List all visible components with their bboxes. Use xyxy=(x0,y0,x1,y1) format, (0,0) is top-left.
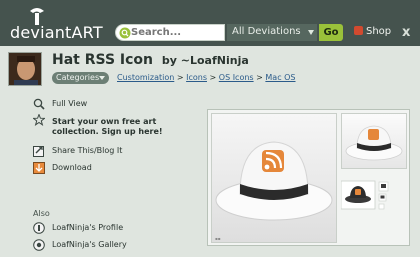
search-input[interactable] xyxy=(131,25,223,40)
hat-icon-medium-preview[interactable] xyxy=(341,113,407,169)
hat-rss-icon xyxy=(215,141,333,221)
shop-label: Shop xyxy=(366,26,392,37)
avatar[interactable] xyxy=(8,52,42,86)
search-scope-select[interactable]: All Deviations xyxy=(227,24,317,41)
size-label-icon: ▪▪ xyxy=(215,236,221,241)
profile-label: LoafNinja's Profile xyxy=(52,223,124,232)
breadcrumb-icons[interactable]: Icons xyxy=(186,73,207,82)
share-label: Share This/Blog It xyxy=(52,146,123,155)
full-view-label: Full View xyxy=(52,99,88,108)
star-pin-icon xyxy=(33,114,45,126)
page-title: Hat RSS Icon by ~LoafNinja xyxy=(52,52,249,68)
deviantart-logo[interactable]: deviantART xyxy=(5,3,117,43)
top-bar: deviantART All Deviations Go Shop x xyxy=(0,0,420,46)
signup-link[interactable]: Start your own free art collection. Sign… xyxy=(52,117,167,137)
go-button[interactable]: Go xyxy=(319,24,343,41)
categories-label: Categories xyxy=(56,73,100,82)
breadcrumb-separator: > xyxy=(176,73,184,82)
search-icon xyxy=(119,27,131,39)
breadcrumb-separator: > xyxy=(209,73,217,82)
gallery-icon xyxy=(33,239,45,251)
breadcrumb-mac-os[interactable]: Mac OS xyxy=(265,73,295,82)
breadcrumb-separator: > xyxy=(256,73,263,82)
shop-link[interactable]: Shop xyxy=(354,26,391,37)
search-box[interactable] xyxy=(115,24,225,41)
share-icon xyxy=(33,146,44,157)
hat-icon-large-preview[interactable]: ▪▪ xyxy=(211,113,337,243)
hat-rss-icon-medium xyxy=(345,125,403,161)
gallery-label: LoafNinja's Gallery xyxy=(52,240,127,249)
download-label: Download xyxy=(52,163,92,172)
chevron-down-icon xyxy=(308,30,314,35)
profile-icon xyxy=(33,222,45,234)
categories-button[interactable]: Categories xyxy=(52,72,109,84)
breadcrumb-os-icons[interactable]: OS Icons xyxy=(219,73,254,82)
also-heading: Also xyxy=(33,209,50,218)
artist-byline[interactable]: by ~LoafNinja xyxy=(162,54,249,67)
hat-rss-icon-small xyxy=(340,180,389,210)
search-scope-label: All Deviations xyxy=(232,26,301,37)
deviation-title: Hat RSS Icon xyxy=(52,52,154,68)
chevron-down-icon xyxy=(99,76,105,80)
logo-mark-icon xyxy=(30,8,44,25)
breadcrumb-customization[interactable]: Customization xyxy=(117,73,174,82)
download-icon xyxy=(33,162,45,174)
deviation-preview[interactable]: ▪▪ xyxy=(207,109,410,246)
avatar-image xyxy=(9,53,41,85)
breadcrumb: Customization > Icons > OS Icons > Mac O… xyxy=(117,72,296,84)
shop-icon xyxy=(354,26,363,35)
magnifier-icon xyxy=(33,98,45,110)
hat-icon-small-previews[interactable] xyxy=(340,173,407,223)
logo-text: deviantART xyxy=(10,23,103,42)
close-icon[interactable]: x xyxy=(402,25,410,40)
